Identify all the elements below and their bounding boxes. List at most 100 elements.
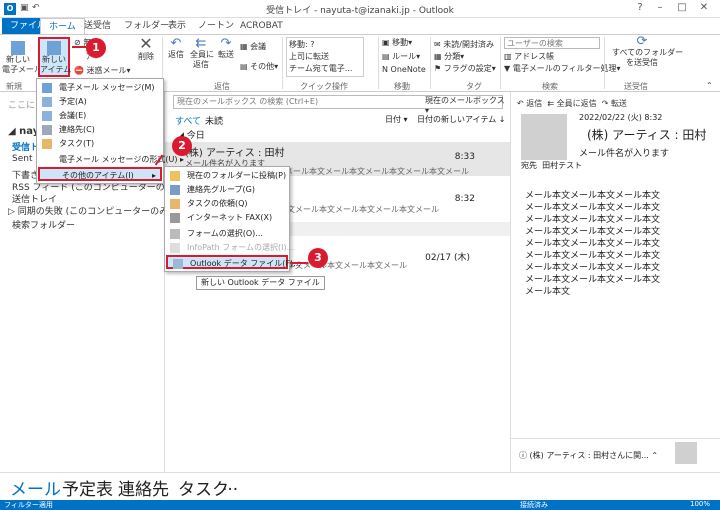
quick-step-item[interactable]: 上司に転送 bbox=[289, 51, 329, 62]
search-people-input[interactable]: ユーザーの検索 bbox=[504, 37, 600, 49]
sort-order[interactable]: 日付の新しいアイテム ↓ bbox=[417, 114, 505, 125]
tab-acrobat[interactable]: ACROBAT bbox=[232, 18, 291, 34]
menu-item-choose-form[interactable]: フォームの選択(O)... bbox=[165, 227, 289, 241]
collapse-ribbon-icon[interactable]: ⌃ bbox=[706, 81, 713, 90]
menu-item-label: Outlook データ ファイル(F)... bbox=[190, 259, 301, 268]
search-scope-label: 現在のメールボックス bbox=[425, 96, 505, 105]
reply-button[interactable]: ↶ 返信 bbox=[166, 36, 186, 60]
followup-button[interactable]: ⚑ フラグの設定▾ bbox=[434, 63, 496, 74]
menu-item-label: 連絡先グループ(G) bbox=[187, 185, 255, 194]
group-respond-label: 返信 bbox=[214, 82, 230, 91]
task-request-icon bbox=[170, 199, 180, 209]
people-pane[interactable]: ⓘ (株) アーティス : 田村さんに関... ⌃ bbox=[519, 450, 658, 461]
folder-sent[interactable]: Sent bbox=[12, 154, 32, 164]
forward-button[interactable]: ↷ 転送 bbox=[602, 99, 627, 108]
menu-item-outlook-data-file[interactable]: Outlook データ ファイル(F)... bbox=[166, 255, 301, 269]
help-icon[interactable]: ? bbox=[630, 2, 650, 13]
more-respond-button[interactable]: ▤ その他▾ bbox=[240, 61, 278, 72]
menu-item-label: フォームの選択(O)... bbox=[187, 229, 263, 238]
status-bar: フィルター適用 接続済み 100% bbox=[0, 500, 720, 510]
forward-label: 転送 bbox=[610, 99, 627, 108]
close-button[interactable]: ✕ bbox=[694, 2, 714, 13]
minimize-button[interactable]: – bbox=[650, 2, 670, 13]
menu-item-other-items[interactable]: その他のアイテム(I) ▸ bbox=[38, 167, 162, 181]
nav-mail[interactable]: メール bbox=[10, 475, 61, 500]
address-book-label: アドレス帳 bbox=[514, 52, 555, 61]
filter-unread[interactable]: 未読 bbox=[205, 114, 223, 127]
unread-read-button[interactable]: ✉ 未読/開封済み bbox=[434, 39, 494, 50]
reply-button[interactable]: ↶ 返信 bbox=[517, 99, 542, 108]
reply-arrow-icon: ↶ bbox=[170, 36, 182, 51]
folder-search[interactable]: 検索フォルダー bbox=[12, 218, 75, 231]
submenu-arrow-icon: ▸ bbox=[151, 171, 156, 180]
callout-arrow bbox=[290, 262, 308, 264]
new-items-icon bbox=[47, 41, 61, 55]
folder-sync-issues[interactable]: ▷ 同期の失敗 (このコンピューターのみ) bbox=[8, 204, 172, 217]
menu-item-appointment[interactable]: 予定(A) bbox=[37, 95, 163, 109]
group-new-label: 新規 bbox=[6, 82, 22, 91]
menu-item-meeting[interactable]: 会議(E) bbox=[37, 109, 163, 123]
menu-item-post[interactable]: 現在のフォルダーに投稿(P) bbox=[165, 169, 289, 183]
sort-order-label: 日付の新しいアイテム bbox=[417, 115, 497, 124]
address-book-button[interactable]: ▥ アドレス帳 bbox=[504, 51, 554, 62]
reply-all-button[interactable]: ⇇ 全員に返信 bbox=[547, 99, 596, 108]
status-zoom[interactable]: 100% bbox=[690, 500, 710, 508]
message-subject: メール件名が入ります bbox=[579, 149, 670, 159]
sort-by-label: 日付 bbox=[385, 115, 401, 124]
menu-item-task[interactable]: タスク(T) bbox=[37, 137, 163, 151]
onenote-button[interactable]: N OneNote bbox=[382, 65, 426, 74]
message-preview: メール本文メール本文メール本文メール本文メール bbox=[285, 167, 469, 176]
forward-button[interactable]: ↷ 転送 bbox=[216, 37, 236, 60]
people-avatar[interactable] bbox=[675, 442, 697, 464]
move-button[interactable]: ▣ 移動▾ bbox=[382, 37, 412, 48]
rules-button[interactable]: ▤ ルール▾ bbox=[382, 51, 420, 62]
quick-steps-gallery: 移動: ? 上司に転送 チーム宛て電子... bbox=[286, 37, 364, 77]
group-find-label: 検索 bbox=[542, 82, 558, 91]
nav-more[interactable]: ... bbox=[222, 475, 238, 495]
body-line: メール本文 bbox=[525, 287, 571, 297]
ribbon-separator bbox=[430, 37, 431, 89]
status-filter: フィルター適用 bbox=[4, 501, 53, 509]
callout-badge-3: 3 bbox=[308, 248, 328, 268]
menu-item-contact-group[interactable]: 連絡先グループ(G) bbox=[165, 183, 289, 197]
delete-button[interactable]: ✕ 削除 bbox=[134, 36, 158, 62]
calendar-icon bbox=[42, 97, 52, 107]
tab-view[interactable]: 表示 bbox=[160, 18, 194, 34]
meeting-button[interactable]: ▦ 会議 bbox=[240, 41, 266, 52]
menu-item-contact[interactable]: 連絡先(C) bbox=[37, 123, 163, 137]
sort-by[interactable]: 日付 ▾ bbox=[385, 114, 408, 125]
reading-actions: ↶ 返信 ⇇ 全員に返信 ↷ 転送 bbox=[517, 98, 627, 109]
menu-item-email-format[interactable]: 電子メール メッセージの形式(U) ▸ bbox=[37, 153, 184, 167]
quick-step-item[interactable]: チーム宛て電子... bbox=[289, 63, 352, 74]
envelope-icon bbox=[11, 41, 25, 55]
group-quick-steps-label: クイック操作 bbox=[300, 82, 348, 91]
reply-all-label: 全員に 返信 bbox=[190, 50, 214, 69]
filter-all[interactable]: すべて bbox=[175, 114, 201, 127]
categorize-label: 分類 bbox=[444, 52, 461, 61]
reply-label: 返信 bbox=[168, 50, 184, 59]
new-items-label: 新しい アイテム bbox=[40, 55, 72, 74]
categorize-button[interactable]: ▦ 分類▾ bbox=[434, 51, 464, 62]
nav-people[interactable]: 連絡先 bbox=[118, 475, 169, 500]
sync-issues-label: 同期の失敗 (このコンピューターのみ) bbox=[17, 207, 172, 217]
quick-step-item[interactable]: 移動: ? bbox=[289, 39, 314, 50]
nav-calendar[interactable]: 予定表 bbox=[62, 475, 113, 500]
followup-label: フラグの設定 bbox=[443, 64, 492, 73]
search-scope[interactable]: 現在のメールボックス ▾ bbox=[425, 95, 510, 115]
menu-item-label: 電子メール メッセージ(M) bbox=[59, 83, 155, 92]
menu-item-task-request[interactable]: タスクの依頼(Q) bbox=[165, 197, 289, 211]
menu-item-infopath: InfoPath フォームの選択(I)... bbox=[165, 241, 294, 255]
task-icon bbox=[42, 139, 52, 149]
send-receive-all-button[interactable]: ⟳ すべてのフォルダー を送受信 bbox=[612, 34, 683, 68]
tab-send-receive[interactable]: 送受信 bbox=[76, 18, 119, 34]
menu-item-internet-fax[interactable]: インターネット FAX(X) bbox=[165, 211, 289, 225]
ribbon-separator bbox=[500, 37, 501, 89]
junk-button[interactable]: ⛔ 迷惑メール▾ bbox=[74, 65, 131, 76]
maximize-button[interactable]: □ bbox=[672, 2, 692, 13]
new-email-button[interactable]: 新しい 電子メール bbox=[2, 41, 42, 75]
message-preview: 文メール本文メール本文メール本文メール bbox=[287, 205, 439, 214]
send-receive-icon: ⟳ bbox=[636, 34, 648, 49]
new-items-button[interactable]: 新しい アイテム bbox=[38, 37, 72, 77]
menu-item-email[interactable]: 電子メール メッセージ(M) bbox=[37, 81, 163, 95]
reply-all-button[interactable]: ⇇ 全員に 返信 bbox=[190, 37, 214, 70]
